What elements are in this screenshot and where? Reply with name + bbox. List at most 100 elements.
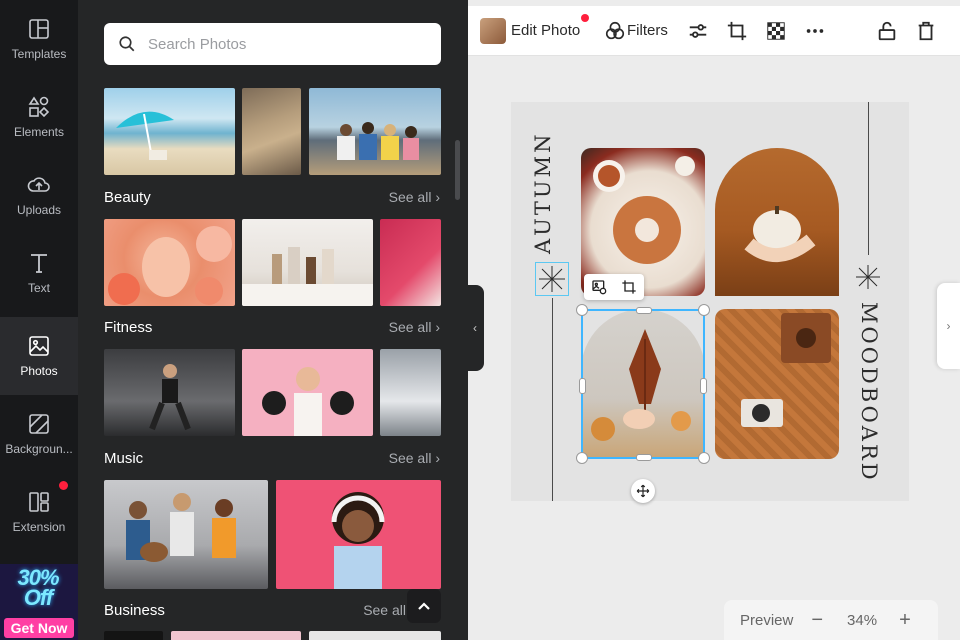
zoom-value: 34% xyxy=(847,611,878,629)
promo-banner[interactable]: 30% Off Get Now xyxy=(0,564,78,640)
photos-panel: Beauty See all › Fitness See all › Music… xyxy=(78,0,468,640)
edit-photo-button[interactable]: Edit Photo xyxy=(511,22,580,39)
edit-photo-thumbnail[interactable] xyxy=(480,18,506,44)
section-title-beauty: Beauty xyxy=(104,189,151,206)
crop-icon[interactable] xyxy=(726,20,748,42)
photo-frame-pumpkin[interactable] xyxy=(715,148,839,296)
photo-beach-umbrella[interactable] xyxy=(104,88,235,175)
move-handle[interactable] xyxy=(631,479,655,503)
resize-handle-br[interactable] xyxy=(698,452,710,464)
divider-line xyxy=(552,298,553,501)
transparency-icon[interactable] xyxy=(765,20,787,42)
roses-shape xyxy=(108,226,232,305)
design-canvas[interactable]: AUTUMN MOODBOARD xyxy=(511,102,909,501)
templates-icon xyxy=(29,19,49,39)
resize-handle-right[interactable] xyxy=(700,378,707,394)
chevron-right-icon: › xyxy=(435,189,440,205)
photo-business-1[interactable] xyxy=(104,631,163,640)
resize-handle-left[interactable] xyxy=(579,378,586,394)
photo-beauty-bottles[interactable] xyxy=(242,219,373,306)
photo-music-headphones[interactable] xyxy=(276,480,441,589)
sidebar-item-uploads[interactable]: Uploads xyxy=(0,156,78,234)
girl-headphones-shape xyxy=(331,492,385,589)
resize-handle-bottom[interactable] xyxy=(636,454,652,461)
sidebar-item-label: Text xyxy=(27,281,50,295)
photo-friends-sitting[interactable] xyxy=(309,88,441,175)
resize-handle-tl[interactable] xyxy=(576,304,588,316)
chevron-right-icon: › xyxy=(946,319,951,333)
band-shape xyxy=(126,493,236,562)
pumpkin-shape xyxy=(744,206,816,263)
sidebar-item-label: Backgroun... xyxy=(5,442,73,456)
panel-scrollbar[interactable] xyxy=(455,140,460,200)
photo-beauty-roses[interactable] xyxy=(104,219,235,306)
notification-badge xyxy=(59,481,68,490)
collapse-panel-button[interactable]: ‹ xyxy=(466,285,484,371)
see-all-beauty[interactable]: See all › xyxy=(389,189,440,205)
more-options-icon[interactable] xyxy=(804,20,826,42)
chevron-left-icon: ‹ xyxy=(473,321,477,335)
see-all-music[interactable]: See all › xyxy=(389,450,440,466)
elements-icon xyxy=(28,96,50,118)
image-context-menu xyxy=(584,274,644,300)
sidebar-item-background[interactable]: Backgroun... xyxy=(0,395,78,473)
resize-handle-bl[interactable] xyxy=(576,452,588,464)
see-all-business[interactable]: See all xyxy=(363,602,406,618)
expand-right-panel-button[interactable]: › xyxy=(937,283,960,369)
divider-line xyxy=(868,102,869,255)
photo-music-band[interactable] xyxy=(104,480,268,589)
adjust-icon[interactable] xyxy=(687,20,709,42)
section-title-music: Music xyxy=(104,450,144,467)
trash-icon[interactable] xyxy=(915,20,937,42)
replace-image-icon[interactable] xyxy=(591,279,607,295)
filters-button[interactable]: Filters xyxy=(627,22,668,39)
sidebar-item-text[interactable]: Text xyxy=(0,234,78,312)
see-all-fitness[interactable]: See all › xyxy=(389,319,440,335)
resize-handle-tr[interactable] xyxy=(698,304,710,316)
see-all-label: See all xyxy=(388,450,432,466)
moodboard-text[interactable]: MOODBOARD xyxy=(857,302,881,483)
selection-box[interactable] xyxy=(576,304,710,464)
photo-frame-camera[interactable] xyxy=(715,309,839,459)
photo-aerial-coast[interactable] xyxy=(242,88,301,175)
sidebar-item-label: Elements xyxy=(13,125,65,139)
background-icon xyxy=(29,414,49,434)
zoom-in-button[interactable]: + xyxy=(899,609,911,632)
promo-headline: 30% Off xyxy=(17,565,59,610)
unlock-icon[interactable] xyxy=(876,20,898,42)
search-box[interactable] xyxy=(104,23,441,65)
photo-business-2[interactable] xyxy=(171,631,301,640)
autumn-text[interactable]: AUTUMN xyxy=(531,132,555,254)
get-now-button[interactable]: Get Now xyxy=(4,618,74,638)
move-icon xyxy=(636,484,650,498)
photo-business-3[interactable] xyxy=(309,631,441,640)
sidebar-item-templates[interactable]: Templates xyxy=(0,0,78,78)
photo-fitness-bike[interactable] xyxy=(380,349,441,436)
photo-fitness-boxing[interactable] xyxy=(242,349,373,436)
uploads-icon xyxy=(27,177,50,192)
preview-button[interactable]: Preview xyxy=(740,612,793,629)
photo-fitness-gym[interactable] xyxy=(104,349,235,436)
starburst-icon xyxy=(539,266,565,292)
photos-icon xyxy=(29,336,49,356)
sidebar-item-label: Uploads xyxy=(16,203,62,217)
section-title-fitness: Fitness xyxy=(104,319,153,336)
resize-handle-top[interactable] xyxy=(636,307,652,314)
sidebar-item-label: Templates xyxy=(11,47,67,61)
sidebar-item-extension[interactable]: Extension xyxy=(0,473,78,551)
umbrella-icon xyxy=(116,111,174,160)
see-all-label: See all xyxy=(388,189,432,205)
starburst-selection[interactable] xyxy=(535,262,569,296)
see-all-label: See all xyxy=(363,602,406,618)
search-input[interactable] xyxy=(148,35,418,53)
sidebar-item-elements[interactable]: Elements xyxy=(0,78,78,156)
crop-icon[interactable] xyxy=(621,279,637,295)
zoom-out-button[interactable]: − xyxy=(811,609,823,632)
see-all-label: See all xyxy=(388,319,432,335)
chevron-right-icon: › xyxy=(435,450,440,466)
sidebar-item-photos[interactable]: Photos xyxy=(0,317,78,395)
sidebar-rail: Templates Elements Uploads Text Photos B… xyxy=(0,0,78,640)
photo-beauty-palette[interactable] xyxy=(380,219,441,306)
scroll-to-top-button[interactable] xyxy=(407,589,441,623)
sidebar-item-label: Extension xyxy=(12,520,66,534)
